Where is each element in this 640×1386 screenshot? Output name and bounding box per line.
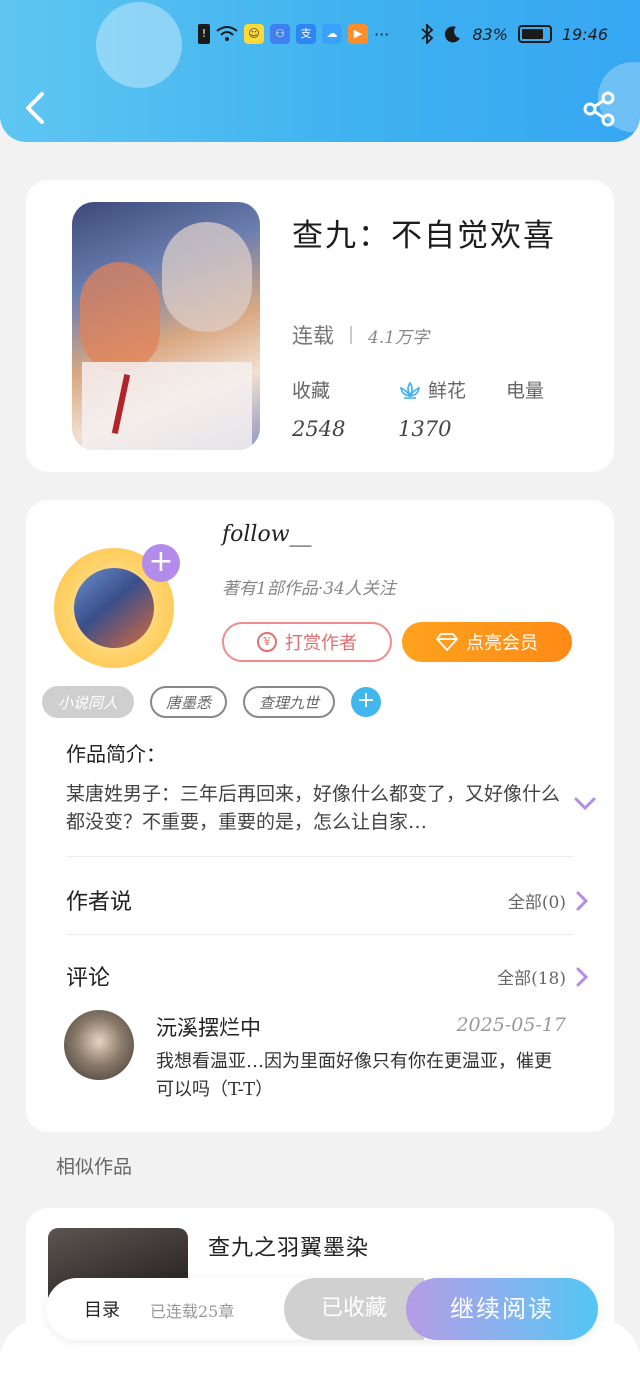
similar-works-title: 相似作品 — [56, 1156, 133, 1178]
follow-author-button[interactable]: + — [142, 544, 180, 582]
battery-percent: 83% — [472, 24, 508, 44]
chapter-count[interactable]: 已连载25章 — [150, 1298, 234, 1322]
intro-text[interactable]: 某唐姓男子：三年后再回来，好像什么都变了，又好像什么都没变？不重要，重要的是，怎… — [66, 780, 566, 836]
divider — [350, 326, 352, 344]
tag-item[interactable]: 唐墨悉 — [150, 686, 228, 718]
alert-icon: ! — [198, 24, 210, 44]
expand-chevron-icon[interactable] — [574, 796, 596, 812]
commenter-name[interactable]: 沅溪摆烂中 — [156, 1012, 261, 1042]
similar-work-title[interactable]: 查九之羽翼墨染 — [208, 1230, 369, 1262]
video-app-icon: ▶ — [348, 24, 368, 44]
author-says-count: 全部(0) — [507, 893, 566, 913]
stat-label: 收藏 — [292, 380, 331, 402]
stat-power[interactable]: 电量 — [506, 376, 544, 417]
stat-flowers[interactable]: 鲜花 1370 — [398, 376, 466, 441]
commenter-avatar[interactable] — [64, 1010, 134, 1080]
comments-title: 评论 — [66, 966, 111, 991]
author-says-more-link[interactable]: 全部(0) — [508, 888, 588, 913]
intro-title: 作品简介： — [66, 742, 166, 766]
status-notification-icons: ! ☺ ⚇ 支 ☁ ▶ ··· — [198, 24, 389, 44]
comments-count: 全部(18) — [497, 969, 566, 989]
book-detail-card: + follow__ 著有1部作品·34人关注 ¥ 打赏作者 点亮会员 小说同人… — [26, 500, 614, 1132]
tip-author-button[interactable]: ¥ 打赏作者 — [222, 622, 392, 662]
book-meta: 连载 4.1万字 — [292, 320, 429, 350]
book-title: 查九：不自觉欢喜 — [292, 218, 556, 254]
stat-value: 1370 — [398, 417, 452, 441]
comment-date: 2025-05-17 — [456, 1014, 566, 1036]
status-right: 83% 19:46 — [420, 24, 608, 44]
vip-button[interactable]: 点亮会员 — [402, 622, 572, 662]
book-info-card: 查九：不自觉欢喜 连载 4.1万字 收藏 2548 鲜花 1370 电量 — [26, 180, 614, 472]
share-icon — [583, 91, 615, 127]
tip-author-label: 打赏作者 — [285, 633, 357, 654]
favorited-button[interactable]: 已收藏 — [284, 1278, 424, 1340]
app-notification-icon: ☺ — [244, 24, 264, 44]
reader-action-bar: 目录 已连载25章 已收藏 继续阅读 — [46, 1278, 598, 1340]
cover-art-shape — [82, 362, 252, 450]
bluetooth-icon — [421, 24, 434, 44]
more-notifications-icon: ··· — [374, 24, 390, 44]
top-header: ! ☺ ⚇ 支 ☁ ▶ ··· 83% 19:46 — [0, 0, 640, 142]
serial-status: 连载 — [292, 324, 334, 348]
divider — [66, 856, 574, 857]
stat-favorites[interactable]: 收藏 2548 — [292, 376, 345, 441]
wifi-icon — [216, 26, 238, 41]
word-count: 4.1万字 — [368, 327, 430, 348]
author-stats: 著有1部作品·34人关注 — [222, 579, 396, 599]
author-says-title: 作者说 — [66, 890, 133, 915]
chevron-right-icon — [576, 891, 588, 910]
stat-label: 鲜花 — [428, 380, 467, 402]
toc-button[interactable]: 目录 — [84, 1296, 120, 1322]
tag-item[interactable]: 查理九世 — [243, 686, 336, 718]
chevron-right-icon — [576, 967, 588, 986]
tag-item[interactable]: 小说同人 — [42, 686, 135, 718]
book-cover-image[interactable] — [72, 202, 260, 450]
cloud-icon: ☁ — [322, 24, 342, 44]
vip-label: 点亮会员 — [466, 633, 538, 654]
stat-label: 电量 — [506, 380, 545, 402]
tag-list: 小说同人 唐墨悉 查理九世 + — [42, 686, 382, 718]
divider — [66, 934, 574, 935]
clock: 19:46 — [561, 24, 608, 44]
game-app-icon: ⚇ — [270, 24, 290, 44]
back-button[interactable] — [18, 88, 54, 128]
battery-icon — [517, 25, 552, 43]
flower-icon — [400, 381, 420, 399]
diamond-icon — [436, 633, 458, 651]
stat-value: 2548 — [292, 417, 346, 441]
status-bar: ! ☺ ⚇ 支 ☁ ▶ ··· 83% 19:46 — [0, 22, 640, 50]
alipay-icon: 支 — [296, 24, 316, 44]
cover-art-shape — [162, 222, 252, 332]
battery-level — [521, 29, 544, 39]
comment-text[interactable]: 我想看温亚…因为里面好像只有你在更温亚，催更可以吗（T-T） — [156, 1048, 556, 1104]
share-button[interactable] — [580, 90, 620, 128]
chevron-left-icon — [26, 92, 44, 124]
avatar — [74, 568, 154, 648]
moon-icon — [445, 26, 461, 43]
author-name[interactable]: follow__ — [222, 522, 312, 547]
comments-more-link[interactable]: 全部(18) — [497, 964, 588, 989]
cover-art-shape — [80, 262, 160, 372]
continue-reading-button[interactable]: 继续阅读 — [406, 1278, 598, 1340]
coin-icon: ¥ — [257, 632, 277, 652]
add-tag-button[interactable]: + — [351, 687, 382, 717]
